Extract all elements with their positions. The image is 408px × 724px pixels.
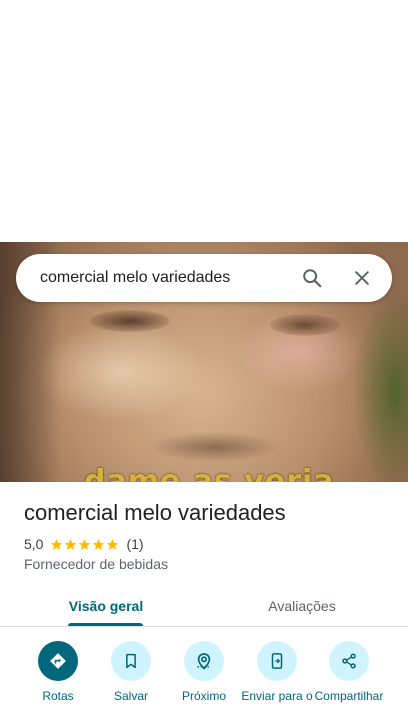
star-rating [50,538,120,551]
nearby-label: Próximo [181,689,226,703]
tab-reviews[interactable]: Avaliações [236,585,368,627]
rating-row[interactable]: 5,0 (1) [24,535,144,553]
send-to-phone-icon [271,653,283,669]
share-button[interactable]: Compartilhar [313,641,385,704]
bookmark-icon [126,653,136,669]
place-category: Fornecedor de bebidas [24,556,168,572]
photo-caption-text: dame as veria [84,464,335,482]
directions-label: Rotas [42,689,74,703]
review-count: (1) [126,536,144,552]
share-icon [342,653,356,669]
photo-detail-right [270,314,340,336]
star-icon [79,538,91,550]
save-button[interactable]: Salvar [95,641,167,704]
tab-selected-indicator [68,623,143,626]
nearby-button[interactable]: Próximo [168,641,240,704]
save-label: Salvar [113,689,148,703]
rating-value: 5,0 [24,536,44,552]
search-bar[interactable]: comercial melo variedades [16,254,392,302]
action-bar: Rotas Salvar Próximo Enviar para o Compa… [0,636,408,724]
star-icon [51,538,63,550]
place-title: comercial melo variedades [24,500,286,525]
nearby-icon [197,653,211,670]
share-label: Compartilhar [314,689,384,703]
star-icon [107,538,119,550]
photo-detail-left [90,310,170,332]
photo-detail-lower [150,432,280,462]
directions-icon [50,653,66,669]
star-icon [65,538,77,550]
close-icon[interactable] [348,264,376,292]
blank-map-area [0,0,408,242]
search-input[interactable]: comercial melo variedades [40,269,298,287]
star-icon [93,538,105,550]
place-tabs: Visão geral Avaliações [0,585,408,627]
send-to-phone-label: Enviar para o [241,689,313,703]
send-to-phone-button[interactable]: Enviar para o [241,641,313,704]
tab-overview[interactable]: Visão geral [40,585,172,627]
search-icon[interactable] [298,264,326,292]
directions-button[interactable]: Rotas [22,641,94,704]
